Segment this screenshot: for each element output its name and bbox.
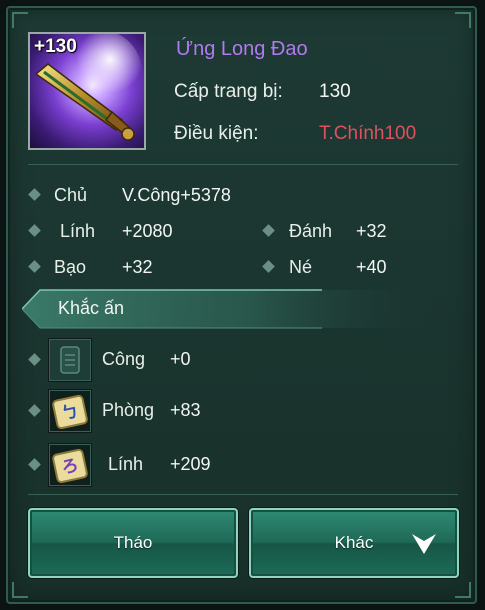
- engrave-slot[interactable]: ㄅ: [48, 389, 92, 433]
- stat-main-value: V.Công+5378: [122, 185, 231, 205]
- bullet-diamond-icon: [28, 404, 41, 417]
- item-tooltip-panel: +130 Ứng Long Đao Cấp trang bị: 130 Điều…: [6, 6, 477, 604]
- engrave-slot[interactable]: ろ: [48, 443, 92, 487]
- remove-button-label: Tháo: [113, 533, 153, 552]
- stat-label: Lính: [60, 221, 96, 241]
- requirement-value: T.Chính100: [319, 123, 417, 144]
- bullet-diamond-icon: [262, 224, 275, 237]
- item-level-badge: +130: [34, 36, 77, 57]
- corner-ornament: [12, 582, 28, 598]
- corner-ornament: [12, 12, 28, 28]
- engrave-slot[interactable]: [48, 338, 92, 382]
- other-actions-button[interactable]: Khác: [249, 508, 459, 578]
- item-name: Ứng Long Đao: [176, 38, 308, 60]
- chevron-down-icon: [412, 534, 436, 554]
- bullet-diamond-icon: [28, 353, 41, 366]
- engrave-label: Lính: [108, 454, 144, 474]
- bullet-diamond-icon: [28, 224, 41, 237]
- divider: [28, 164, 458, 165]
- bullet-diamond-icon: [28, 188, 41, 201]
- bullet-diamond-icon: [28, 458, 41, 471]
- bullet-diamond-icon: [262, 260, 275, 273]
- stat-value: +40: [356, 257, 387, 277]
- purple-rune-tile-icon: ろ: [52, 448, 88, 484]
- section-title: Khắc ấn: [58, 298, 125, 318]
- item-level-label: Cấp trang bị:: [174, 81, 283, 102]
- empty-seal-slot-icon: [60, 346, 80, 374]
- stat-value: +2080: [122, 221, 173, 241]
- engrave-label: Công: [102, 349, 146, 369]
- blue-rune-tile-icon: ㄅ: [52, 394, 88, 430]
- stat-label: Đánh: [289, 221, 333, 241]
- engrave-value: +0: [170, 349, 191, 369]
- engrave-label: Phòng: [102, 400, 155, 420]
- stat-label: Bạo: [54, 257, 87, 277]
- divider: [28, 494, 458, 495]
- item-level-value: 130: [319, 81, 351, 102]
- stat-main-label: Chủ: [54, 185, 88, 205]
- engrave-value: +83: [170, 400, 201, 420]
- remove-button[interactable]: Tháo: [28, 508, 238, 578]
- stat-value: +32: [122, 257, 153, 277]
- corner-ornament: [455, 12, 471, 28]
- section-banner: Khắc ấn: [22, 288, 442, 330]
- requirement-label: Điều kiện:: [174, 123, 259, 144]
- stat-value: +32: [356, 221, 387, 241]
- item-icon-frame: +130: [28, 32, 146, 150]
- bullet-diamond-icon: [28, 260, 41, 273]
- engrave-value: +209: [170, 454, 211, 474]
- other-button-label: Khác: [334, 533, 374, 552]
- stat-label: Né: [289, 257, 313, 277]
- corner-ornament: [455, 582, 471, 598]
